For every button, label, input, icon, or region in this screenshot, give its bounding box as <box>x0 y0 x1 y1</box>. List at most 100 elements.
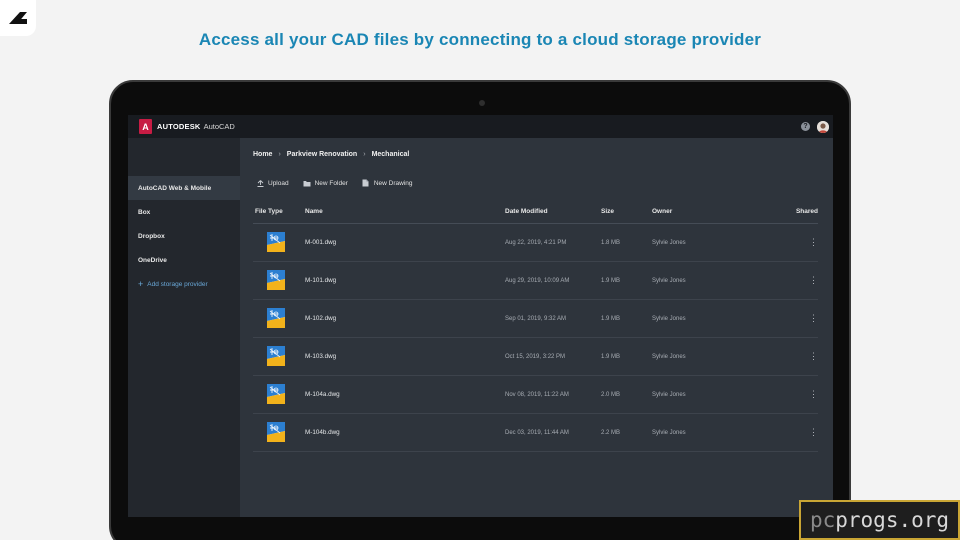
upload-label: Upload <box>268 179 289 187</box>
table-row[interactable]: M-104a.dwg Nov 08, 2019, 11:22 AM 2.0 MB Sy… <box>253 376 818 414</box>
upload-icon <box>256 179 264 187</box>
more-options-icon[interactable]: ⋮ <box>809 314 818 323</box>
sidebar-item-dropbox[interactable]: Dropbox <box>128 224 240 248</box>
app-topbar: A AUTODESK AutoCAD ? <box>128 115 833 138</box>
watermark-prefix: pc <box>809 508 836 532</box>
sidebar-item-label: OneDrive <box>138 256 167 264</box>
breadcrumb-current: Mechanical <box>371 150 410 158</box>
file-date-modified: Aug 29, 2019, 10:09 AM <box>505 277 570 284</box>
laptop-frame: A AUTODESK AutoCAD ? AutoCAD Web & Mobil… <box>109 80 851 540</box>
file-name[interactable]: M-101.dwg <box>305 277 505 284</box>
shared-cell: ⋮ <box>769 276 818 285</box>
file-name[interactable]: M-103.dwg <box>305 353 505 360</box>
file-owner: Sylvie Jones <box>652 391 686 398</box>
watermark-text: progs.org <box>835 508 950 532</box>
dwg-file-icon <box>267 421 285 442</box>
file-size: 1.8 MB <box>601 239 621 246</box>
file-name[interactable]: M-001.dwg <box>305 239 505 246</box>
autocad-logo-icon[interactable]: A <box>139 119 152 134</box>
dwg-file-icon <box>267 307 285 328</box>
help-icon[interactable]: ? <box>801 122 810 131</box>
chevron-right-icon: › <box>278 150 281 158</box>
file-size: 1.9 MB <box>601 353 621 360</box>
file-owner: Sylvie Jones <box>652 239 686 246</box>
file-type-cell <box>253 269 305 292</box>
column-header-size[interactable]: Size <box>601 208 652 215</box>
dwg-file-icon <box>267 231 285 252</box>
file-size: 2.2 MB <box>601 429 621 436</box>
file-type-cell <box>253 345 305 368</box>
brand-name: AUTODESK <box>157 122 201 131</box>
file-type-cell <box>253 307 305 330</box>
file-date-modified: Nov 08, 2019, 11:22 AM <box>505 391 569 398</box>
shared-cell: ⋮ <box>769 238 818 247</box>
file-name[interactable]: M-104a.dwg <box>305 391 505 398</box>
watermark: pc progs.org <box>799 500 960 540</box>
headline: Access all your CAD files by connecting … <box>198 30 762 49</box>
sidebar-item-label: Box <box>138 208 151 216</box>
sidebar-item-label: AutoCAD Web & Mobile <box>138 184 212 192</box>
file-owner: Sylvie Jones <box>652 429 686 436</box>
dwg-file-icon <box>267 345 285 366</box>
table-row[interactable]: M-103.dwg Oct 15, 2019, 3:22 PM 1.9 MB Sylv… <box>253 338 818 376</box>
sidebar-item-onedrive[interactable]: OneDrive <box>128 248 240 272</box>
app-screen: A AUTODESK AutoCAD ? AutoCAD Web & Mobil… <box>128 115 833 517</box>
column-header-file-type[interactable]: File Type <box>253 208 305 215</box>
sidebar-item-label: Dropbox <box>138 232 165 240</box>
sidebar-item-box[interactable]: Box <box>128 200 240 224</box>
table-header: File Type Name Date Modified Size Owner … <box>253 200 818 224</box>
camera-icon <box>479 100 485 106</box>
file-table: File Type Name Date Modified Size Owner … <box>253 200 818 452</box>
add-storage-provider-label: Add storage provider <box>147 280 208 288</box>
folder-icon <box>303 180 311 187</box>
file-owner: Sylvie Jones <box>652 277 686 284</box>
user-avatar-icon <box>817 120 829 133</box>
file-owner: Sylvie Jones <box>652 315 686 322</box>
dwg-file-icon <box>267 269 285 290</box>
file-toolbar: Upload New Folder New Drawing <box>253 170 818 196</box>
storage-sidebar: AutoCAD Web & Mobile Box Dropbox OneDriv… <box>128 138 240 517</box>
more-options-icon[interactable]: ⋮ <box>809 428 818 437</box>
more-options-icon[interactable]: ⋮ <box>809 238 818 247</box>
new-drawing-icon <box>362 179 370 187</box>
product-name: AutoCAD <box>203 122 235 131</box>
column-header-date-modified[interactable]: Date Modified <box>505 208 601 215</box>
file-date-modified: Sep 01, 2019, 9:32 AM <box>505 315 567 322</box>
file-date-modified: Aug 22, 2019, 4:21 PM <box>505 239 567 246</box>
column-header-owner[interactable]: Owner <box>652 208 769 215</box>
plus-icon: + <box>138 279 144 289</box>
add-storage-provider-link[interactable]: + Add storage provider <box>128 272 240 296</box>
file-name[interactable]: M-102.dwg <box>305 315 505 322</box>
sidebar-item-autocad-web-mobile[interactable]: AutoCAD Web & Mobile <box>128 176 240 200</box>
file-size: 1.9 MB <box>601 277 621 284</box>
avatar[interactable] <box>817 120 829 133</box>
dwg-file-icon <box>267 383 285 404</box>
file-date-modified: Dec 03, 2019, 11:44 AM <box>505 429 569 436</box>
new-drawing-button[interactable]: New Drawing <box>362 179 413 187</box>
file-browser: Home › Parkview Renovation › Mechanical … <box>240 138 833 517</box>
column-header-shared[interactable]: Shared <box>769 208 818 215</box>
breadcrumb-home[interactable]: Home <box>253 151 272 158</box>
file-type-cell <box>253 231 305 254</box>
upload-button[interactable]: Upload <box>256 180 289 187</box>
file-size: 2.0 MB <box>601 391 621 398</box>
more-options-icon[interactable]: ⋮ <box>809 390 818 399</box>
breadcrumb-project[interactable]: Parkview Renovation <box>287 151 357 158</box>
table-row[interactable]: M-104b.dwg Dec 03, 2019, 11:44 AM 2.2 MB Sy… <box>253 414 818 452</box>
shared-cell: ⋮ <box>769 314 818 323</box>
chevron-right-icon: › <box>363 150 366 158</box>
new-drawing-label: New Drawing <box>373 179 413 187</box>
more-options-icon[interactable]: ⋮ <box>809 276 818 285</box>
file-owner: Sylvie Jones <box>652 353 686 360</box>
breadcrumb: Home › Parkview Renovation › Mechanical <box>253 138 818 170</box>
more-options-icon[interactable]: ⋮ <box>809 352 818 361</box>
column-header-name[interactable]: Name <box>305 208 505 215</box>
file-name[interactable]: M-104b.dwg <box>305 429 505 436</box>
shared-cell: ⋮ <box>769 352 818 361</box>
shared-cell: ⋮ <box>769 390 818 399</box>
new-folder-button[interactable]: New Folder <box>303 180 348 187</box>
table-row[interactable]: M-101.dwg Aug 29, 2019, 10:09 AM 1.9 MB Syl… <box>253 262 818 300</box>
table-row[interactable]: M-001.dwg Aug 22, 2019, 4:21 PM 1.8 MB Sylv… <box>253 224 818 262</box>
table-row[interactable]: M-102.dwg Sep 01, 2019, 9:32 AM 1.9 MB Sylv… <box>253 300 818 338</box>
file-type-cell <box>253 383 305 406</box>
